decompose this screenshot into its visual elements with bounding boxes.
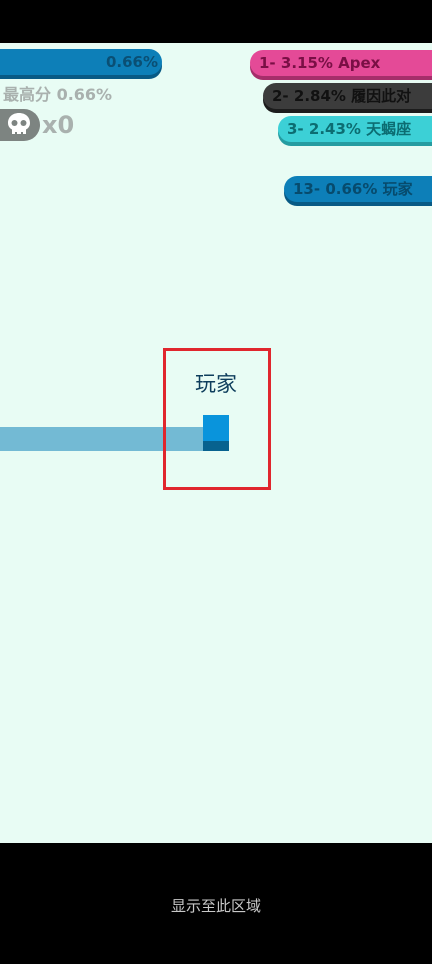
leaderboard-row-3: 3- 2.43% 天蝎座 xyxy=(278,116,432,142)
top-letterbox xyxy=(0,0,432,43)
bottom-letterbox: 显示至此区域 xyxy=(0,843,432,964)
territory-progress-text: 0.66% xyxy=(105,53,158,71)
leaderboard-my-rank: 13- 0.66% 玩家 xyxy=(284,176,432,202)
kill-count-text: x0 xyxy=(42,111,75,139)
best-score-label: 最高分 0.66% xyxy=(3,85,113,104)
territory-progress-bar: 0.66% xyxy=(0,49,162,75)
leaderboard-row-1: 1- 3.15% Apex xyxy=(250,50,432,76)
game-canvas[interactable]: 0.66% 最高分 0.66% x0 1- 3.15% Apex 2- 2.84… xyxy=(0,43,432,843)
skull-icon xyxy=(8,113,30,134)
kill-badge xyxy=(0,109,40,141)
leaderboard-row-2: 2- 2.84% 履因此对 xyxy=(263,83,432,109)
display-area-hint: 显示至此区域 xyxy=(170,897,261,915)
player-highlight-box xyxy=(163,348,271,490)
